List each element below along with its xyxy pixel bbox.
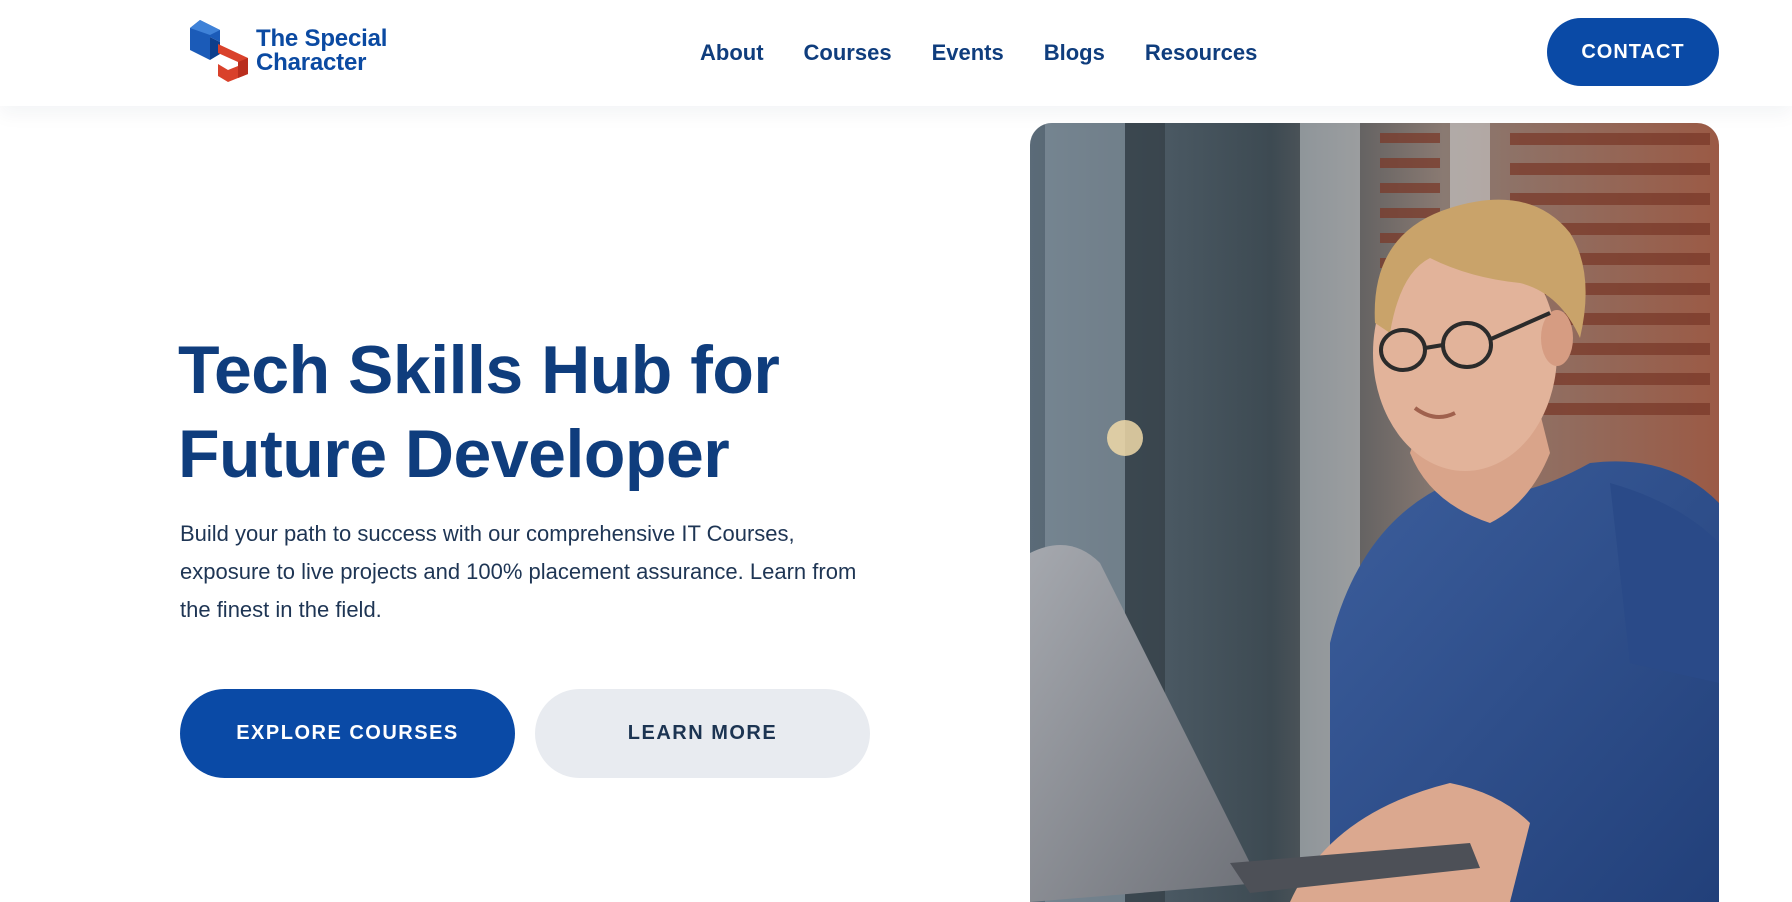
site-header: The Special Character About Courses Even… [0,0,1792,106]
brand-name-line2: Character [256,49,367,76]
student-with-laptop-illustration [1030,123,1719,902]
explore-courses-button[interactable]: EXPLORE COURSES [180,689,515,778]
nav-link-events[interactable]: Events [932,40,1004,66]
learn-more-button[interactable]: LEARN MORE [535,689,870,778]
brand-name: The Special Character [256,27,387,75]
nav-link-about[interactable]: About [700,40,764,66]
nav-link-courses[interactable]: Courses [804,40,892,66]
hero-description: Build your path to success with our comp… [180,521,857,622]
hero-title-line1: Tech Skills Hub for [178,332,780,408]
nav-link-blogs[interactable]: Blogs [1044,40,1105,66]
hero-title-line2: Future Developer [178,416,730,492]
logo-icon [190,20,248,82]
nav-link-resources[interactable]: Resources [1145,40,1258,66]
brand-logo[interactable]: The Special Character [190,20,387,82]
hero-photo [1030,123,1719,902]
contact-button[interactable]: CONTACT [1547,18,1719,86]
hero-title: Tech Skills Hub for Future Developer [178,328,898,496]
main-nav: About Courses Events Blogs Resources [700,0,1257,106]
brand-name-line1: The Special [256,25,388,52]
